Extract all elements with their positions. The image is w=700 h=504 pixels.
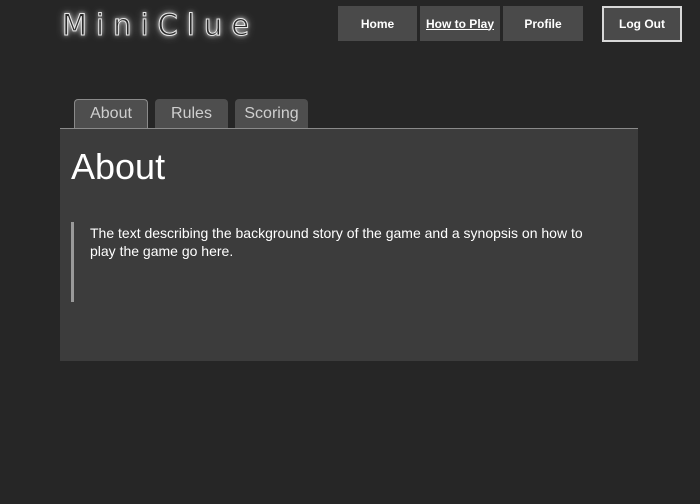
log-out-button[interactable]: Log Out <box>602 6 682 42</box>
tab-about[interactable]: About <box>74 99 148 128</box>
tab-bar: About Rules Scoring <box>74 99 308 128</box>
description-blockquote: The text describing the background story… <box>71 222 611 302</box>
tab-content-panel: About The text describing the background… <box>60 128 638 361</box>
profile-button[interactable]: Profile <box>503 6 583 41</box>
site-logo[interactable]: MiniClue <box>61 8 258 43</box>
home-button[interactable]: Home <box>338 6 417 41</box>
main-nav: Home How to Play Profile <box>338 6 583 41</box>
description-text: The text describing the background story… <box>90 225 583 259</box>
how-to-play-button[interactable]: How to Play <box>420 6 500 41</box>
tab-scoring[interactable]: Scoring <box>235 99 308 128</box>
page-title: About <box>71 146 166 187</box>
tab-rules[interactable]: Rules <box>155 99 228 128</box>
page: MiniClue Home How to Play Profile Log Ou… <box>0 0 700 504</box>
